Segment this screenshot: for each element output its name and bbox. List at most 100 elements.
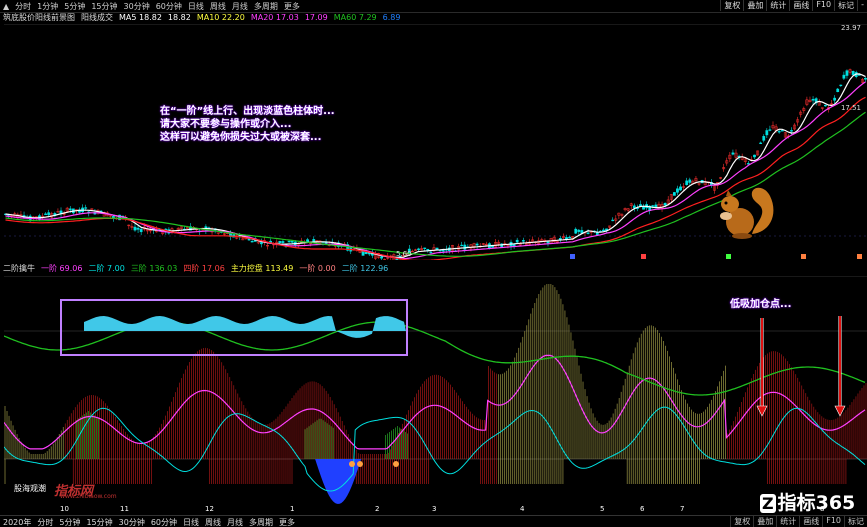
candle-body bbox=[768, 129, 772, 131]
bottom-f10-button[interactable]: F10 bbox=[822, 516, 844, 527]
candle-body bbox=[685, 180, 689, 185]
candle-body bbox=[568, 236, 571, 239]
candle-body bbox=[864, 77, 867, 80]
watermark-logo-right: Z 指标365 bbox=[760, 488, 855, 515]
candle-body bbox=[611, 219, 615, 222]
candle-body bbox=[287, 240, 291, 243]
candle-body bbox=[651, 205, 655, 207]
bottom-overlay-button[interactable]: 叠加 bbox=[753, 516, 776, 527]
bottom-tab-15min[interactable]: 15分钟 bbox=[83, 517, 115, 527]
orange-dot bbox=[393, 461, 399, 467]
watermark-logo-right-text: 指标365 bbox=[777, 492, 856, 514]
bottom-tab-intraday[interactable]: 分时 bbox=[34, 517, 56, 527]
bottom-right-group: 复权 叠加 统计 画线 F10 标记 bbox=[730, 516, 867, 527]
candle-body bbox=[777, 131, 781, 133]
tab-intraday[interactable]: 分时 bbox=[12, 1, 34, 12]
ma5-value-2: 18.82 bbox=[167, 13, 191, 22]
candle-body bbox=[133, 226, 137, 231]
candle-body bbox=[47, 212, 51, 216]
annotation-line-3: 这样可以避免你损失过大或被深套... bbox=[160, 132, 322, 143]
date-tick: 10 bbox=[60, 505, 69, 513]
orange-dot bbox=[357, 461, 363, 467]
candle-body bbox=[642, 206, 645, 210]
arrow-head bbox=[834, 405, 846, 417]
ma5-value: MA5 18.82 bbox=[119, 13, 162, 22]
bottom-fuquan-button[interactable]: 复权 bbox=[730, 516, 753, 527]
tab-15min[interactable]: 15分钟 bbox=[88, 1, 120, 12]
minimize-button[interactable]: - bbox=[857, 0, 867, 11]
tab-60min[interactable]: 60分钟 bbox=[153, 1, 185, 12]
candle-body bbox=[306, 239, 309, 243]
candle-body bbox=[395, 259, 399, 260]
ma60-value-2: 6.89 bbox=[382, 13, 401, 22]
tab-weekly[interactable]: 周线 bbox=[207, 1, 229, 12]
bottom-tab-daily[interactable]: 日线 bbox=[180, 517, 202, 527]
bottom-draw-button[interactable]: 画线 bbox=[799, 516, 822, 527]
ma20-value: MA20 17.03 bbox=[250, 13, 299, 22]
candle-body bbox=[765, 130, 769, 136]
candle-body bbox=[688, 179, 692, 183]
candle-body bbox=[790, 130, 793, 132]
tab-collapse[interactable]: ▲ bbox=[0, 2, 12, 11]
tab-30min[interactable]: 30分钟 bbox=[121, 1, 153, 12]
indicator-title[interactable]: 二阶擒牛 bbox=[0, 263, 38, 274]
ma10-value: MA10 22.20 bbox=[196, 13, 245, 22]
tab-monthly[interactable]: 月线 bbox=[229, 1, 251, 12]
tab-1min[interactable]: 1分钟 bbox=[34, 1, 61, 12]
stock-chart-window: ▲ 分时 1分钟 5分钟 15分钟 30分钟 60分钟 日线 周线 月线 多周期… bbox=[0, 0, 867, 527]
candle-body bbox=[595, 232, 599, 236]
price-high-label: 23.97 bbox=[840, 24, 861, 32]
candle-body bbox=[259, 242, 263, 245]
candle-body bbox=[679, 186, 682, 191]
watermark-small-text: 股海观潮 bbox=[14, 484, 46, 493]
bottom-tab-more[interactable]: 更多 bbox=[276, 517, 298, 527]
annotation-line-1: 在“一阶”线上行、出现淡蓝色柱体时... bbox=[160, 106, 335, 117]
candle-body bbox=[475, 243, 479, 246]
tab-multi-period[interactable]: 多周期 bbox=[251, 1, 281, 12]
f10-button[interactable]: F10 bbox=[812, 0, 834, 11]
bottom-stats-button[interactable]: 统计 bbox=[776, 516, 799, 527]
candle-body bbox=[429, 251, 433, 254]
signal-marker bbox=[641, 254, 646, 259]
candle-body bbox=[654, 204, 658, 208]
bottom-tab-60min[interactable]: 60分钟 bbox=[148, 517, 180, 527]
bottom-tab-5min[interactable]: 5分钟 bbox=[56, 517, 83, 527]
bottom-tab-30min[interactable]: 30分钟 bbox=[116, 517, 148, 527]
tab-more[interactable]: 更多 bbox=[281, 1, 303, 12]
candle-body bbox=[460, 244, 464, 247]
stats-button[interactable]: 统计 bbox=[766, 0, 789, 11]
candle-body bbox=[586, 232, 590, 234]
draw-button[interactable]: 画线 bbox=[789, 0, 812, 11]
fuquan-button[interactable]: 复权 bbox=[720, 0, 743, 11]
orange-dot bbox=[349, 461, 355, 467]
bottom-mark-button[interactable]: 标记 bbox=[844, 516, 867, 527]
overlay-button[interactable]: 叠加 bbox=[743, 0, 766, 11]
candle-body bbox=[521, 240, 525, 242]
candle-body bbox=[663, 203, 667, 206]
indicator-value-7: 二阶 122.96 bbox=[341, 264, 389, 273]
candle-body bbox=[250, 241, 254, 243]
bottom-tab-weekly[interactable]: 周线 bbox=[202, 517, 224, 527]
indicator-value-1: 一阶 69.06 bbox=[41, 264, 83, 273]
cyan-fill-region bbox=[84, 316, 406, 338]
candle-body bbox=[753, 154, 756, 158]
tab-daily[interactable]: 日线 bbox=[185, 1, 207, 12]
candle-body bbox=[361, 250, 365, 256]
bottom-tab-multi[interactable]: 多周期 bbox=[246, 517, 276, 527]
bottom-toolbar: 2020年 分时 5分钟 15分钟 30分钟 60分钟 日线 周线 月线 多周期… bbox=[0, 515, 867, 527]
candle-body bbox=[574, 228, 578, 234]
histogram-bars bbox=[4, 284, 867, 484]
date-tick: 4 bbox=[520, 505, 525, 513]
candle-body bbox=[811, 98, 815, 101]
tab-5min[interactable]: 5分钟 bbox=[61, 1, 88, 12]
main-panel-title[interactable]: 筑底股价阳线前景图 bbox=[0, 12, 78, 23]
price-low-label: 5.60 bbox=[396, 250, 412, 258]
candle-body bbox=[746, 163, 750, 165]
mark-button[interactable]: 标记 bbox=[834, 0, 857, 11]
candle-body bbox=[136, 227, 140, 230]
candle-body bbox=[602, 229, 605, 232]
candle-body bbox=[512, 244, 516, 247]
signal-marker bbox=[801, 254, 806, 259]
bottom-tab-monthly[interactable]: 月线 bbox=[224, 517, 246, 527]
date-tick: 5 bbox=[600, 505, 605, 513]
